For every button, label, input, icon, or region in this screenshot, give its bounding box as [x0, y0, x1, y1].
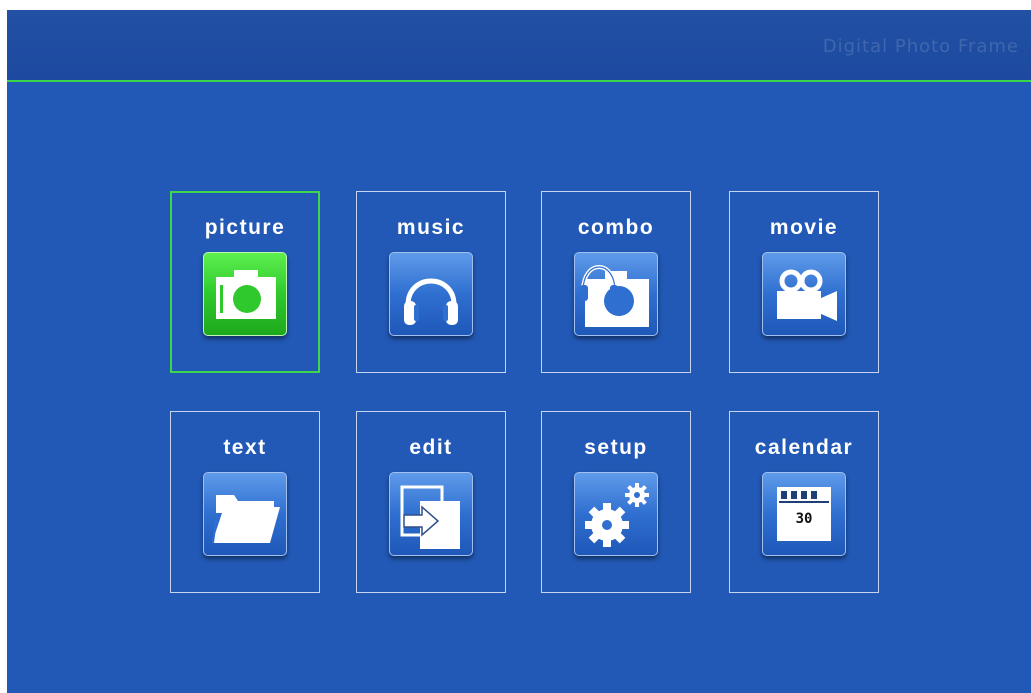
menu-tile-edit[interactable]: edit [356, 411, 506, 593]
menu-label-movie: movie [769, 216, 839, 239]
header-bar: Digital Photo Frame [7, 10, 1031, 82]
headphones-icon [389, 252, 473, 336]
menu-tile-setup[interactable]: setup [541, 411, 691, 593]
app-title: Digital Photo Frame [822, 36, 1019, 57]
photo-frame-screen: Digital Photo Frame picture music combo … [7, 10, 1031, 693]
video-camera-icon [762, 252, 846, 336]
menu-label-edit: edit [409, 436, 453, 459]
menu-tile-picture[interactable]: picture [170, 191, 320, 373]
menu-label-music: music [396, 216, 466, 239]
camera-icon [203, 252, 287, 336]
folder-icon [203, 472, 287, 556]
menu-label-text: text [223, 436, 267, 459]
calendar-day-number: 30 [796, 511, 813, 527]
menu-tile-music[interactable]: music [356, 191, 506, 373]
camera-headphones-icon [574, 252, 658, 336]
gears-icon [574, 472, 658, 556]
menu-label-picture: picture [204, 216, 286, 239]
menu-label-combo: combo [577, 216, 655, 239]
copy-arrow-icon [389, 472, 473, 556]
menu-tile-movie[interactable]: movie [729, 191, 879, 373]
menu-tile-combo[interactable]: combo [541, 191, 691, 373]
menu-label-calendar: calendar [754, 436, 854, 459]
menu-tile-text[interactable]: text [170, 411, 320, 593]
menu-tile-calendar[interactable]: calendar 30 [729, 411, 879, 593]
menu-label-setup: setup [584, 436, 648, 459]
calendar-icon: 30 [762, 472, 846, 556]
